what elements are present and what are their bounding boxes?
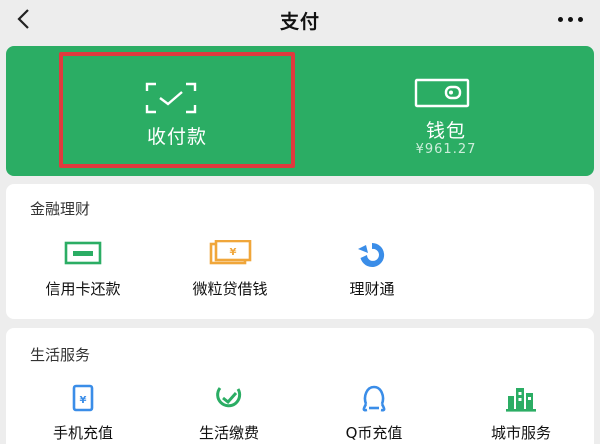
more-horizontal-icon xyxy=(557,16,563,22)
phone-yuan-symbol: ¥ xyxy=(80,395,87,406)
wallet-icon xyxy=(414,78,470,108)
wallet-balance: ¥961.27 xyxy=(415,142,477,157)
payment-panel: 收付款 钱包 ¥961.27 xyxy=(6,46,594,176)
service-utility-payment[interactable]: 生活缴费 xyxy=(164,384,294,444)
utility-payment-icon xyxy=(216,387,242,408)
pay-receive-label: 收付款 xyxy=(146,126,207,148)
page-title: 支付 xyxy=(279,11,320,33)
service-label: 生活缴费 xyxy=(198,424,259,442)
service-label: 城市服务 xyxy=(490,424,551,442)
loan-yuan-icon: ¥ xyxy=(209,240,252,265)
scan-pay-icon xyxy=(145,82,197,114)
service-licaitong[interactable]: 理财通 xyxy=(307,240,437,310)
wallet-button[interactable]: 钱包 ¥961.27 xyxy=(346,60,546,160)
qq-coin-icon xyxy=(362,385,386,412)
section-title-finance: 金融理财 xyxy=(30,200,91,218)
wealth-icon xyxy=(358,242,385,267)
section-title-life: 生活服务 xyxy=(30,346,91,364)
service-phone-topup[interactable]: ¥ 手机充值 xyxy=(18,384,148,444)
service-qq-coin[interactable]: Q币充值 xyxy=(309,384,439,444)
wallet-label: 钱包 xyxy=(425,120,466,142)
service-label: Q币充值 xyxy=(345,424,403,442)
service-label: 信用卡还款 xyxy=(45,280,121,298)
city-service-icon xyxy=(506,388,536,412)
finance-section: 金融理财 信用卡还款 ¥ 微粒贷借钱 理财通 xyxy=(6,184,594,319)
service-label: 手机充值 xyxy=(52,424,113,442)
credit-card-icon xyxy=(64,241,102,265)
service-credit-card-repay[interactable]: 信用卡还款 xyxy=(18,240,148,310)
loan-yuan-symbol: ¥ xyxy=(230,247,237,258)
service-label: 理财通 xyxy=(349,280,395,298)
phone-topup-icon: ¥ xyxy=(72,384,94,412)
service-weilidai-loan[interactable]: ¥ 微粒贷借钱 xyxy=(165,240,295,310)
life-services-section: 生活服务 ¥ 手机充值 生活缴费 Q币充值 城市服务 xyxy=(6,328,594,444)
service-city[interactable]: 城市服务 xyxy=(456,384,586,444)
pay-receive-button[interactable]: 收付款 xyxy=(59,52,295,168)
service-label: 微粒贷借钱 xyxy=(192,280,268,298)
more-button[interactable] xyxy=(550,6,590,32)
top-bar: 支付 xyxy=(0,0,600,40)
